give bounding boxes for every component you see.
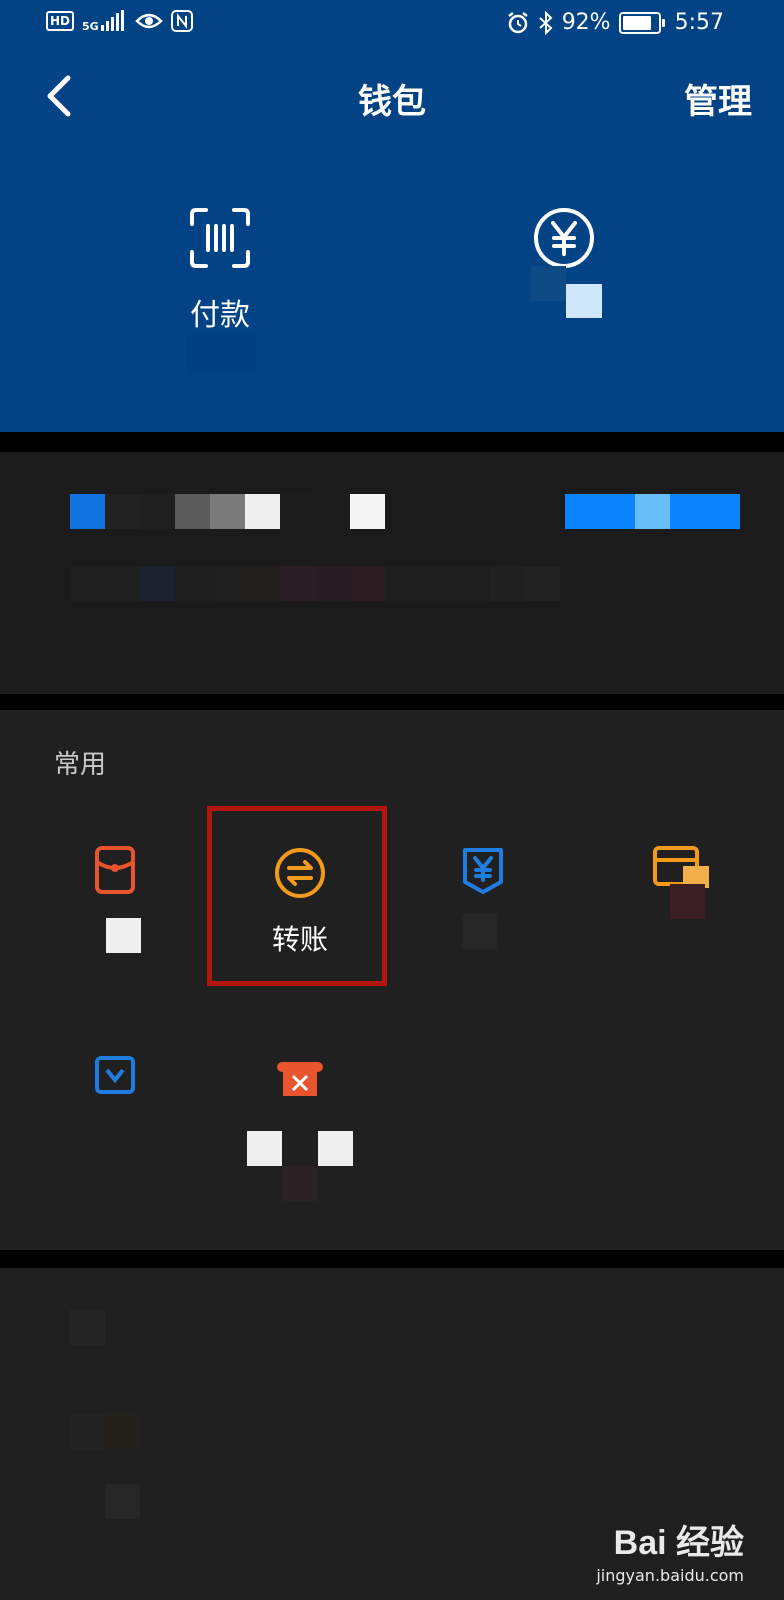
yuan-shield-item[interactable] <box>393 846 573 896</box>
manage-button[interactable]: 管理 <box>684 74 752 123</box>
battery-percent: 92% <box>561 10 611 35</box>
mosaic-block <box>566 284 602 318</box>
wallet-header <box>0 0 784 432</box>
blue-card-item[interactable] <box>25 1056 205 1096</box>
mosaic-row-right <box>565 494 740 529</box>
page-title: 钱包 <box>358 82 426 122</box>
orange-box-item[interactable] <box>210 1060 390 1100</box>
mosaic-block <box>247 1131 282 1166</box>
mosaic-block <box>462 914 497 949</box>
watermark-url: jingyan.baidu.com <box>596 1566 744 1585</box>
yuan-shield-icon <box>463 848 503 894</box>
watermark: Bai 经验 jingyan.baidu.com <box>596 1515 744 1585</box>
section-title-common: 常用 <box>54 750 107 780</box>
pay-label: 付款 <box>190 298 250 333</box>
highlight-box <box>207 806 387 986</box>
mosaic-block <box>282 1166 317 1201</box>
watermark-logo: Bai 经验 <box>613 1524 744 1562</box>
barcode-scan-icon <box>190 208 250 268</box>
mosaic-row-left <box>70 494 385 529</box>
mosaic-block <box>318 1131 353 1166</box>
signal-icon: 5G <box>82 10 127 32</box>
status-right: 92% 5:57 <box>506 10 724 35</box>
mosaic-block <box>70 1310 105 1345</box>
pay-button[interactable]: 付款 <box>120 206 320 334</box>
mosaic-block <box>105 1414 140 1449</box>
mosaic-block <box>70 1414 105 1449</box>
hd-icon: HD <box>46 11 75 31</box>
mosaic-row-faint <box>70 566 560 601</box>
balance-card[interactable] <box>0 452 784 694</box>
red-envelope-icon <box>95 846 135 894</box>
yuan-circle-icon <box>534 208 594 268</box>
nfc-icon <box>170 10 193 32</box>
blue-card-icon <box>95 1056 135 1094</box>
coin-button[interactable] <box>464 206 664 274</box>
bluetooth-icon <box>539 10 553 35</box>
mosaic-block <box>105 1484 140 1519</box>
mosaic-block <box>670 884 705 919</box>
alarm-icon <box>507 11 528 33</box>
battery-fill <box>622 15 651 30</box>
mosaic-block <box>106 918 141 953</box>
eye-icon <box>134 13 163 29</box>
mosaic-block <box>186 334 256 374</box>
status-bar: HD 5G 92% 5:57 <box>0 0 784 50</box>
clock: 5:57 <box>674 10 724 35</box>
mosaic-block <box>531 266 566 301</box>
status-left: HD 5G <box>46 10 193 32</box>
red-envelope-item[interactable] <box>25 846 205 894</box>
common-card <box>0 710 784 1250</box>
battery-icon <box>618 11 665 34</box>
orange-box-icon <box>277 1062 323 1096</box>
